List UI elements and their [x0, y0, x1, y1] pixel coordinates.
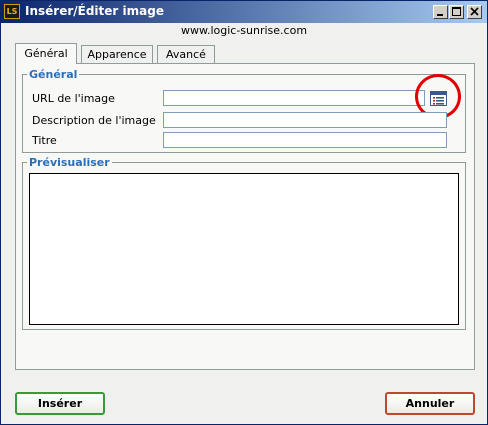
cancel-button[interactable]: Annuler — [385, 392, 475, 415]
insert-button[interactable]: Insérer — [15, 392, 105, 415]
image-preview-area — [29, 173, 459, 325]
tab-appearance[interactable]: Apparence — [81, 45, 153, 63]
image-description-label: Description de l'image — [32, 114, 156, 127]
tab-general[interactable]: Général — [15, 43, 77, 64]
close-button[interactable] — [467, 5, 482, 19]
title-input[interactable] — [163, 132, 447, 148]
image-url-input[interactable] — [163, 90, 425, 106]
dialog-window: LS Insérer/Éditer image www.logic-sunris… — [0, 0, 488, 425]
window-title: Insérer/Éditer image — [25, 4, 164, 18]
app-logo-icon: LS — [4, 4, 20, 19]
tab-advanced[interactable]: Avancé — [157, 45, 215, 63]
url-bar: www.logic-sunrise.com — [1, 23, 487, 39]
maximize-icon — [452, 7, 461, 16]
maximize-button[interactable] — [449, 5, 464, 19]
image-description-input[interactable] — [163, 112, 447, 128]
title-bar[interactable]: LS Insérer/Éditer image — [1, 1, 487, 23]
minimize-icon — [437, 14, 443, 16]
minimize-button[interactable] — [433, 5, 448, 19]
preview-legend: Prévisualiser — [29, 156, 110, 169]
close-icon — [470, 7, 479, 16]
general-legend: Général — [29, 68, 78, 81]
image-url-label: URL de l'image — [32, 92, 115, 105]
title-label: Titre — [32, 134, 57, 147]
